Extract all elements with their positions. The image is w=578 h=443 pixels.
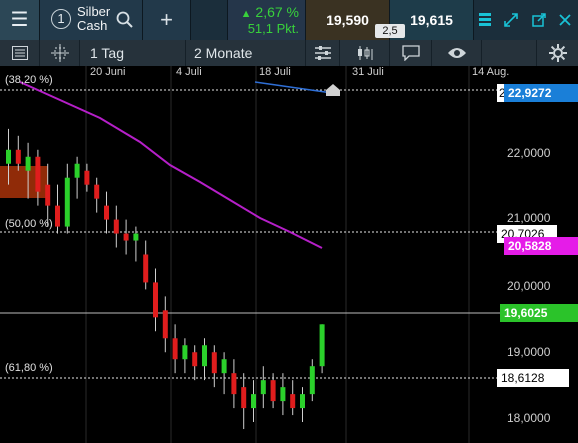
highlight-zone [0,166,48,198]
candle-body [241,387,247,409]
candle-body [84,170,90,185]
fib-label-618: (61,80 %) [5,362,53,374]
candle-body [123,233,129,241]
candle-body [55,205,60,227]
current-price-tag: 19,6025 [500,304,578,322]
candle-body [251,394,256,409]
y-tick: 21,0000 [507,211,551,225]
fib-618-tag: 18,6128 [497,369,569,387]
candle-body [113,219,119,234]
candle-body [270,380,276,402]
candle-body [211,352,217,374]
candle-body [221,359,227,374]
candle-body [45,184,51,206]
candle-body [319,324,325,367]
candle-body [6,149,11,164]
candle-body [35,156,41,192]
y-tick: 22,0000 [507,146,551,160]
candle-body [94,184,100,199]
trend-line [254,81,333,94]
candlesticks [6,128,325,430]
candle-body [74,163,80,178]
fib-label-382: (38,20 %) [5,74,53,86]
y-tick: 20,0000 [507,279,551,293]
candle-body [172,338,178,360]
candle-body [231,373,237,395]
candle-body [192,352,198,367]
candle-body [182,345,188,360]
alert-marker [326,84,340,96]
y-tick: 18,0000 [507,411,551,425]
trendline-price-tag: 22,9272 [504,84,578,102]
candle-body [104,205,109,220]
candle-body [260,380,266,395]
candle-body [290,394,296,409]
price-chart[interactable] [0,0,578,443]
candle-body [153,282,158,318]
moving-average-tag: 20,5828 [504,237,578,255]
candle-body [64,177,70,227]
candle-body [300,394,305,409]
candle-body [143,254,149,283]
candle-body [280,387,286,402]
candle-body [202,345,207,367]
candle-body [25,156,31,171]
fib-label-50: (50,00 %) [5,218,53,230]
candle-body [133,233,139,241]
candle-body [162,310,168,339]
y-tick: 19,0000 [507,345,551,359]
candle-body [15,149,21,164]
candle-body [309,366,315,395]
